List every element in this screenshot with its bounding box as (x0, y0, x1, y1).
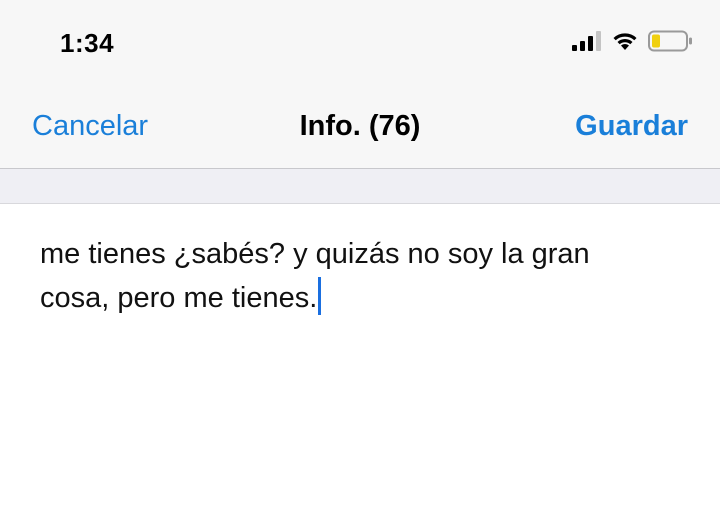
status-time: 1:34 (60, 28, 115, 58)
text-caret (318, 277, 322, 315)
editor-line-2-wrap: cosa, pero me tienes. (40, 276, 680, 320)
wifi-icon (612, 30, 638, 57)
navigation-bar: Cancelar Info. (76) Guardar (0, 90, 720, 168)
editor-line-2: cosa, pero me tienes. (40, 282, 318, 314)
edit-bio-screen: 1:34 Cancelar Info. (76) Guardar me tien… (0, 0, 720, 517)
page-title: Info. (76) (299, 110, 421, 142)
save-button[interactable]: Guardar (575, 110, 688, 143)
section-divider (0, 203, 720, 204)
section-gap (0, 169, 720, 203)
status-icons (572, 30, 694, 56)
editor-line-1: me tienes ¿sabés? y quizás no soy la gra… (40, 238, 590, 270)
cancel-button[interactable]: Cancelar (32, 110, 148, 143)
battery-low-icon (648, 30, 694, 57)
cellular-signal-icon (572, 30, 602, 57)
bio-text-editor[interactable]: me tienes ¿sabés? y quizás no soy la gra… (40, 232, 680, 502)
status-bar: 1:34 (0, 0, 720, 90)
